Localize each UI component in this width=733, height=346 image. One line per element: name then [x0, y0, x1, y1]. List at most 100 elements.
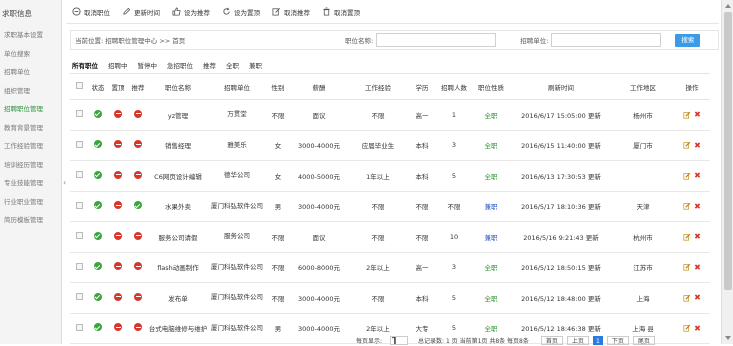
- toolbar-button[interactable]: 更新时间: [122, 7, 160, 17]
- edit-icon[interactable]: [683, 141, 691, 149]
- position-name[interactable]: 销售经理: [148, 130, 208, 161]
- sidebar-item[interactable]: 行业职业管理: [0, 193, 61, 212]
- toolbar-button[interactable]: 取消推荐: [272, 7, 310, 17]
- minus-circle-icon[interactable]: [134, 231, 142, 240]
- scrollbar-thumb[interactable]: [724, 12, 732, 290]
- minus-circle-icon[interactable]: [114, 109, 122, 118]
- minus-circle-icon[interactable]: [114, 140, 122, 149]
- tab[interactable]: 推荐: [203, 60, 216, 70]
- search-button[interactable]: 搜索: [675, 33, 701, 47]
- minus-circle-icon[interactable]: [134, 262, 142, 271]
- vertical-scrollbar[interactable]: [721, 0, 733, 344]
- edit-icon[interactable]: [683, 172, 691, 180]
- minus-circle-icon[interactable]: [134, 140, 142, 149]
- toolbar-button[interactable]: 设为置顶: [222, 7, 260, 17]
- check-circle-icon[interactable]: [134, 201, 142, 210]
- minus-circle-icon[interactable]: [114, 170, 122, 179]
- sidebar-item[interactable]: 组织管理: [0, 82, 61, 101]
- per-page-input[interactable]: [390, 335, 409, 345]
- recommend-cell: [128, 160, 148, 192]
- row-checkbox[interactable]: [75, 232, 83, 240]
- row-actions: ✖: [674, 282, 710, 314]
- minus-circle-icon[interactable]: [114, 292, 122, 301]
- delete-icon[interactable]: ✖: [694, 141, 701, 150]
- delete-icon[interactable]: ✖: [694, 202, 701, 211]
- row-checkbox[interactable]: [75, 171, 83, 179]
- delete-icon[interactable]: ✖: [694, 293, 701, 302]
- tab[interactable]: 急招职位: [167, 60, 193, 70]
- sidebar-item[interactable]: 招聘职位管理: [0, 100, 61, 119]
- tab[interactable]: 暂停中: [138, 60, 158, 70]
- select-all-checkbox[interactable]: [75, 82, 83, 89]
- edit-icon[interactable]: [683, 233, 691, 241]
- sidebar-item[interactable]: 工作经验管理: [0, 137, 61, 156]
- edit-icon[interactable]: [683, 294, 691, 302]
- check-circle-icon[interactable]: [94, 170, 102, 179]
- first-page-button[interactable]: 首页: [540, 335, 563, 345]
- position-name[interactable]: 台式电脑维修与维护: [148, 313, 208, 344]
- minus-circle-icon[interactable]: [134, 323, 142, 332]
- edit-icon[interactable]: [683, 263, 691, 271]
- sidebar-item[interactable]: 培训经历管理: [0, 156, 61, 175]
- current-page-button[interactable]: 1: [592, 335, 603, 345]
- tab[interactable]: 招聘中: [108, 60, 128, 70]
- edit-icon[interactable]: [683, 202, 691, 210]
- position-name[interactable]: flash动画制作: [148, 252, 208, 283]
- education: 本科: [408, 282, 436, 314]
- row-checkbox[interactable]: [75, 293, 83, 301]
- minus-circle-icon[interactable]: [134, 109, 142, 118]
- row-checkbox[interactable]: [75, 201, 83, 209]
- pagination: 每页显示: 总记录数: 1 页 当前第1页 共8条 每页8条 首页 上页 1 下…: [356, 334, 719, 346]
- edit-icon[interactable]: [683, 111, 691, 119]
- row-checkbox[interactable]: [75, 110, 83, 118]
- scroll-up-icon[interactable]: [725, 4, 731, 8]
- minus-circle-icon[interactable]: [134, 170, 142, 179]
- tab[interactable]: 全职: [226, 60, 239, 70]
- position-name[interactable]: 水果外卖: [148, 191, 208, 222]
- check-circle-icon[interactable]: [94, 201, 102, 210]
- check-circle-icon[interactable]: [94, 262, 102, 271]
- minus-circle-icon[interactable]: [114, 262, 122, 271]
- minus-circle-icon[interactable]: [134, 292, 142, 301]
- next-page-button[interactable]: 下页: [606, 335, 629, 345]
- sidebar-item[interactable]: 单位搜索: [0, 45, 61, 64]
- toolbar-button[interactable]: 取消职位: [72, 7, 110, 17]
- check-circle-icon[interactable]: [94, 109, 102, 118]
- check-circle-icon[interactable]: [94, 323, 102, 332]
- check-circle-icon[interactable]: [94, 231, 102, 240]
- row-checkbox[interactable]: [75, 323, 83, 331]
- delete-icon[interactable]: ✖: [694, 324, 701, 333]
- delete-icon[interactable]: ✖: [694, 171, 701, 180]
- company-name: 厦门科弘软件公司: [208, 282, 266, 314]
- sidebar-item[interactable]: 教育背景管理: [0, 119, 61, 138]
- minus-circle-icon[interactable]: [114, 323, 122, 332]
- minus-circle-icon[interactable]: [114, 201, 122, 210]
- sidebar-item[interactable]: 招聘单位: [0, 63, 61, 82]
- row-checkbox[interactable]: [75, 262, 83, 270]
- check-circle-icon[interactable]: [94, 292, 102, 301]
- prev-page-button[interactable]: 上页: [566, 335, 589, 345]
- scroll-down-icon[interactable]: [725, 336, 731, 340]
- row-actions: ✖: [674, 99, 710, 131]
- sidebar-item[interactable]: 专业技能管理: [0, 174, 61, 193]
- sidebar-item[interactable]: 简历模板管理: [0, 211, 61, 230]
- sidebar-item[interactable]: 求职基本设置: [0, 26, 61, 45]
- row-checkbox[interactable]: [75, 140, 83, 148]
- minus-circle-icon[interactable]: [114, 231, 122, 240]
- position-name[interactable]: yz管理: [148, 99, 208, 131]
- position-name[interactable]: 发布单: [148, 282, 208, 314]
- delete-icon[interactable]: ✖: [694, 110, 701, 119]
- position-name[interactable]: C6网页设计编辑: [148, 160, 208, 192]
- position-name-input[interactable]: [376, 33, 497, 47]
- position-name[interactable]: 服务公司请假: [148, 221, 208, 253]
- delete-icon[interactable]: ✖: [694, 232, 701, 241]
- tab[interactable]: 所有职位: [72, 60, 98, 70]
- check-circle-icon[interactable]: [94, 140, 102, 149]
- delete-icon[interactable]: ✖: [694, 263, 701, 272]
- last-page-button[interactable]: 尾页: [632, 335, 655, 345]
- company-input[interactable]: [551, 33, 662, 47]
- edit-icon[interactable]: [683, 324, 691, 332]
- tab[interactable]: 兼职: [249, 60, 262, 70]
- toolbar-button[interactable]: 设为推荐: [172, 7, 210, 17]
- toolbar-button[interactable]: 取消置顶: [322, 7, 360, 17]
